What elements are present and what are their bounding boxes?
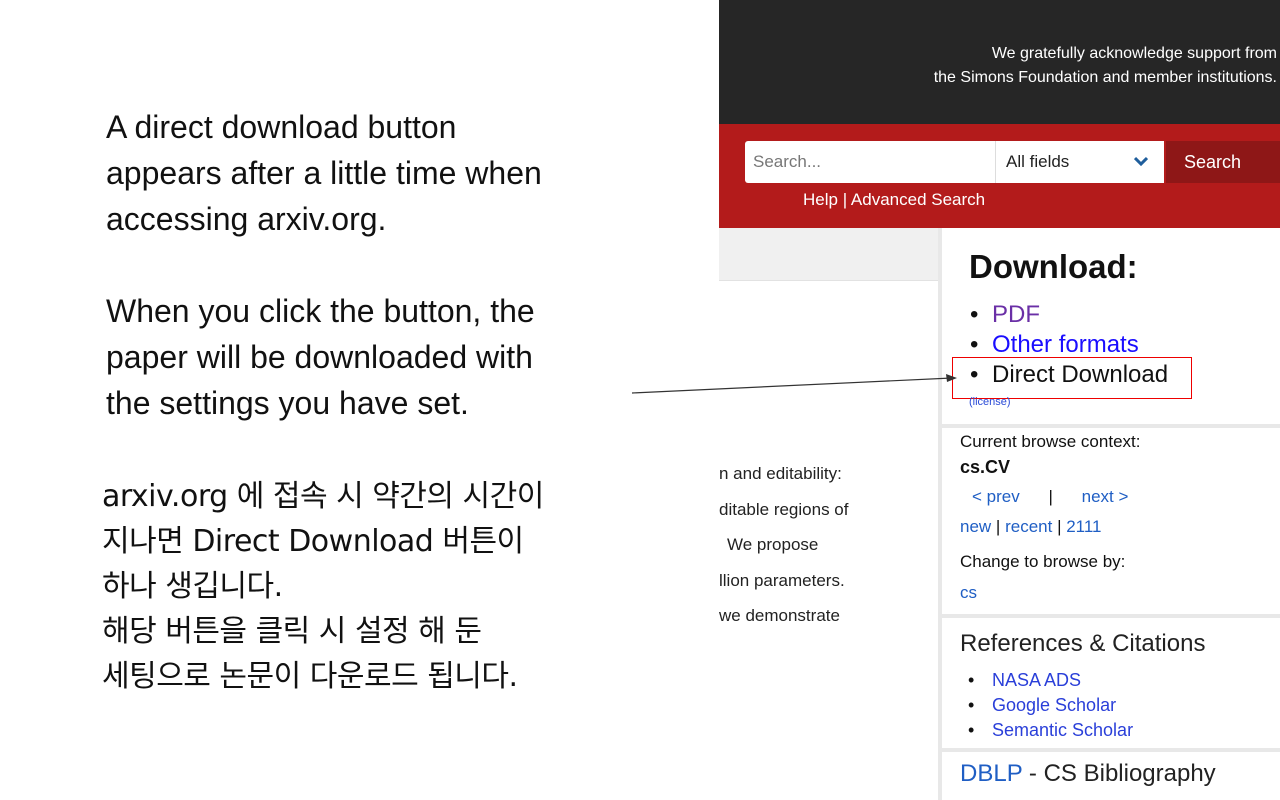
pointer-arrow: [631, 374, 957, 394]
